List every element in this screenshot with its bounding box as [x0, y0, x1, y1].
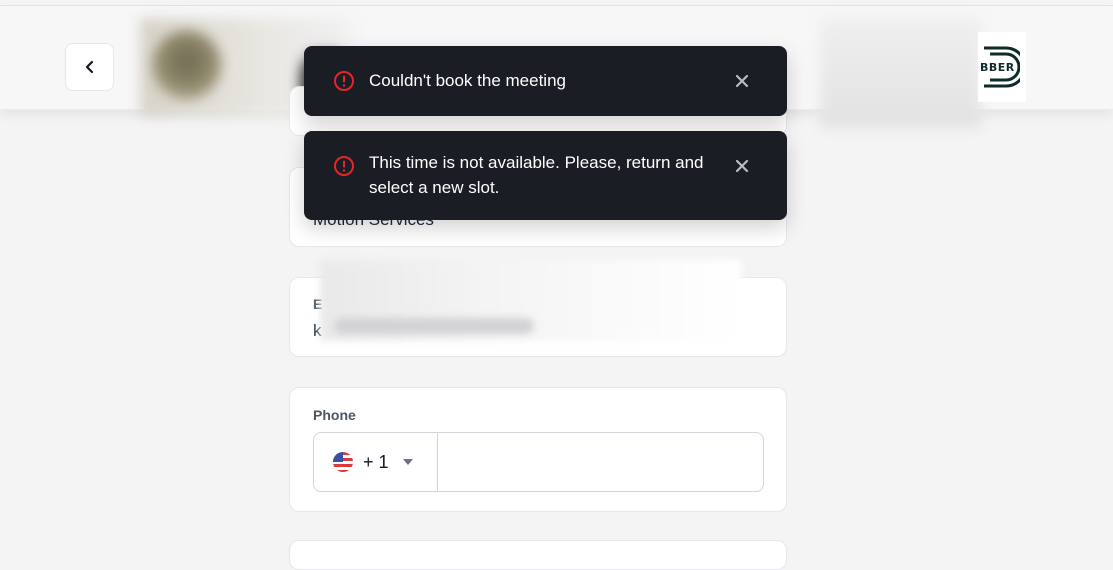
email-blurred-region — [320, 260, 741, 341]
dial-code: + 1 — [363, 451, 389, 472]
phone-input[interactable] — [438, 433, 763, 491]
avatar — [152, 30, 222, 100]
close-toast-button[interactable] — [730, 69, 754, 93]
caret-down-icon — [402, 459, 413, 465]
close-icon — [735, 74, 749, 88]
phone-field: + 1 — [313, 432, 764, 492]
back-button[interactable] — [65, 43, 114, 91]
error-toast: This time is not available. Please, retu… — [304, 131, 787, 220]
chevron-left-icon — [85, 60, 93, 74]
error-circle-icon — [334, 156, 354, 176]
company-logo: BBER — [978, 32, 1026, 102]
form-card-5 — [289, 540, 787, 570]
us-flag-icon — [333, 452, 353, 472]
form-card-phone: Phone + 1 — [289, 387, 787, 512]
country-code-select[interactable]: + 1 — [314, 433, 438, 491]
error-circle-icon — [334, 71, 354, 91]
toast-message: This time is not available. Please, retu… — [369, 153, 704, 197]
toast-message: Couldn't book the meeting — [369, 71, 566, 90]
error-toast: Couldn't book the meeting — [304, 46, 787, 116]
header-blurred-region — [820, 18, 981, 128]
close-icon — [735, 159, 749, 173]
phone-label: Phone — [313, 407, 356, 423]
close-toast-button[interactable] — [730, 154, 754, 178]
logo-text: BBER — [980, 61, 1015, 74]
